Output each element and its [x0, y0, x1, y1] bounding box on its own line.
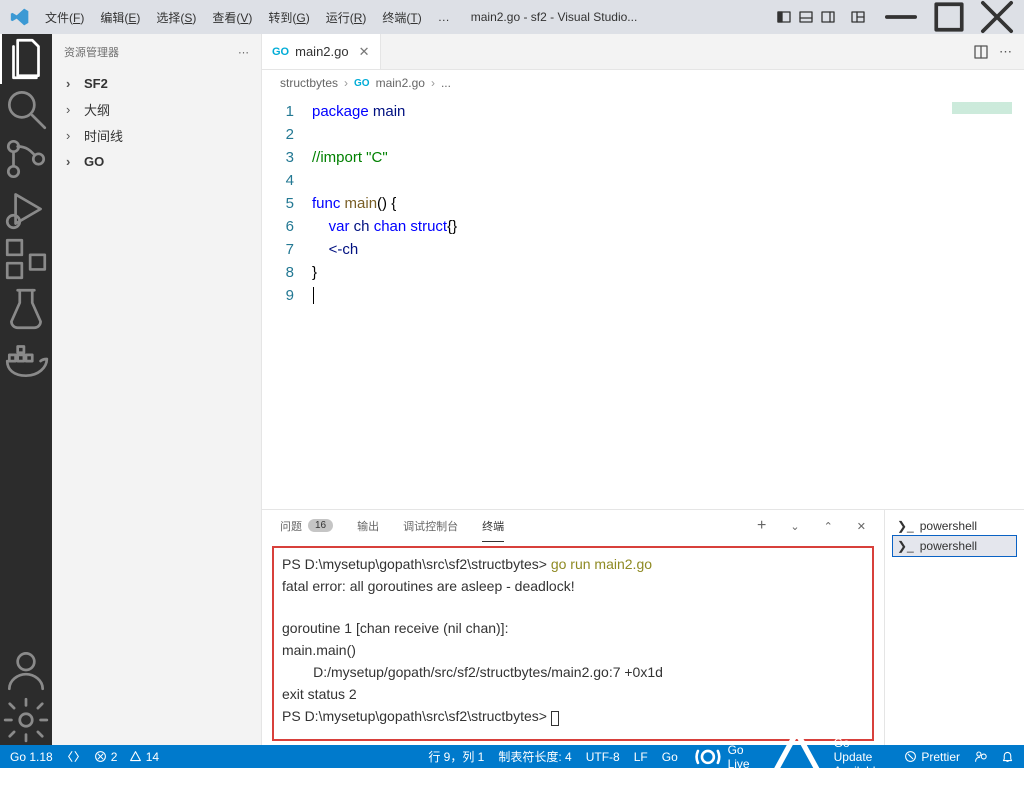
sidebar-item-timeline[interactable]: ›时间线: [52, 122, 261, 148]
chevron-right-icon: ›: [66, 76, 80, 91]
status-encoding[interactable]: UTF-8: [586, 750, 620, 764]
activity-account[interactable]: [0, 645, 52, 695]
window-close[interactable]: [974, 0, 1020, 34]
editor-cursor: [313, 287, 314, 304]
maximize-panel-icon[interactable]: ⌃: [824, 520, 833, 533]
problems-count-badge: 16: [308, 519, 333, 532]
status-problems[interactable]: 2 14: [94, 750, 159, 764]
bottom-panel: 问题16 输出 调试控制台 终端 + ⌄ ⌃ ✕ PS D:\mysetup\g…: [262, 509, 1024, 745]
status-bar: Go 1.18 2 14 行 9，列 1 制表符长度: 4 UTF-8 LF G…: [0, 745, 1024, 768]
code-content[interactable]: package main //import "C" func main() { …: [312, 96, 1024, 509]
panel-tab-debug[interactable]: 调试控制台: [403, 510, 458, 542]
menu-run[interactable]: 运行(R): [319, 5, 374, 30]
editor-actions: ⋯: [961, 34, 1024, 69]
line-gutter: 123456789: [262, 96, 312, 509]
more-icon[interactable]: ⋯: [999, 44, 1012, 60]
activity-testing[interactable]: [0, 284, 52, 334]
status-go-update[interactable]: Go Update Available: [764, 724, 890, 789]
activity-settings[interactable]: [0, 695, 52, 745]
close-panel-icon[interactable]: ✕: [857, 520, 866, 533]
breadcrumb-more[interactable]: ...: [441, 76, 451, 90]
editor-area: GO main2.go ✕ ⋯ structbytes › GO main2.g…: [262, 34, 1024, 745]
window-minimize[interactable]: [878, 0, 924, 34]
menu-file[interactable]: 文件(F): [38, 5, 91, 30]
panel-tab-problems[interactable]: 问题16: [280, 510, 333, 542]
tab-main2-go[interactable]: GO main2.go ✕: [262, 34, 381, 69]
new-terminal-icon[interactable]: +: [757, 517, 766, 535]
menu-more[interactable]: …: [431, 6, 457, 28]
activity-bar: [0, 34, 52, 745]
vscode-logo-icon: [10, 7, 30, 27]
chevron-right-icon: ›: [66, 102, 80, 117]
chevron-right-icon: ›: [66, 154, 80, 169]
chevron-down-icon[interactable]: ⌄: [790, 520, 799, 533]
layout-icon[interactable]: [850, 9, 866, 25]
status-ports[interactable]: [67, 750, 80, 763]
panel-tabs: 问题16 输出 调试控制台 终端 + ⌄ ⌃ ✕: [262, 510, 884, 542]
titlebar: 文件(F) 编辑(E) 选择(S) 查看(V) 转到(G) 运行(R) 终端(T…: [0, 0, 1024, 34]
tab-bar: GO main2.go ✕ ⋯: [262, 34, 1024, 70]
activity-docker[interactable]: [0, 334, 52, 384]
status-feedback-icon[interactable]: [974, 750, 987, 763]
sidebar-item-outline[interactable]: ›大纲: [52, 96, 261, 122]
breadcrumb-file[interactable]: main2.go: [376, 76, 425, 90]
breadcrumb-folder[interactable]: structbytes: [280, 76, 338, 90]
close-icon[interactable]: ✕: [359, 44, 370, 60]
sidebar-item-go[interactable]: ›GO: [52, 148, 261, 174]
panel-right-icon[interactable]: [820, 9, 836, 25]
tab-label: main2.go: [295, 44, 348, 59]
minimap[interactable]: [952, 102, 1012, 132]
sidebar: 资源管理器 ⋯ ›SF2 ›大纲 ›时间线 ›GO: [52, 34, 262, 745]
activity-search[interactable]: [0, 84, 52, 134]
window-title: main2.go - sf2 - Visual Studio...: [471, 10, 774, 24]
sidebar-header: 资源管理器 ⋯: [52, 34, 261, 70]
status-bell-icon[interactable]: [1001, 750, 1014, 763]
layout-icons: [776, 9, 866, 25]
status-cursor-pos[interactable]: 行 9，列 1: [428, 748, 484, 765]
terminal-list-item[interactable]: ❯_powershell: [893, 536, 1016, 556]
sidebar-title: 资源管理器: [64, 44, 119, 60]
split-editor-icon[interactable]: [973, 44, 989, 60]
panel-bottom-icon[interactable]: [798, 9, 814, 25]
activity-explorer[interactable]: [0, 34, 52, 84]
status-indent[interactable]: 制表符长度: 4: [498, 748, 571, 765]
breadcrumbs[interactable]: structbytes › GO main2.go › ...: [262, 70, 1024, 96]
terminal-list: ❯_powershell ❯_powershell: [884, 510, 1024, 745]
activity-scm[interactable]: [0, 134, 52, 184]
status-prettier[interactable]: Prettier: [904, 750, 960, 764]
go-file-icon: GO: [272, 46, 289, 58]
panel-left-icon[interactable]: [776, 9, 792, 25]
window-maximize[interactable]: [926, 0, 972, 34]
terminal-icon: ❯_: [897, 539, 914, 553]
go-file-icon: GO: [354, 78, 370, 89]
menu-go[interactable]: 转到(G): [261, 5, 316, 30]
panel-tab-terminal[interactable]: 终端: [482, 510, 504, 542]
menu-view[interactable]: 查看(V): [205, 5, 259, 30]
terminal-icon: ❯_: [897, 519, 914, 533]
status-lang[interactable]: Go: [662, 750, 678, 764]
code-editor[interactable]: 123456789 package main //import "C" func…: [262, 96, 1024, 509]
activity-extensions[interactable]: [0, 234, 52, 284]
activity-debug[interactable]: [0, 184, 52, 234]
menu-terminal[interactable]: 终端(T): [375, 5, 428, 30]
status-go-version[interactable]: Go 1.18: [10, 750, 53, 764]
terminal-list-item[interactable]: ❯_powershell: [893, 516, 1016, 536]
status-eol[interactable]: LF: [634, 750, 648, 764]
menu-edit[interactable]: 编辑(E): [93, 5, 147, 30]
chevron-right-icon: ›: [66, 128, 80, 143]
sidebar-more-icon[interactable]: ⋯: [238, 46, 249, 59]
panel-tab-output[interactable]: 输出: [357, 510, 379, 542]
sidebar-item-sf2[interactable]: ›SF2: [52, 70, 261, 96]
terminal[interactable]: PS D:\mysetup\gopath\src\sf2\structbytes…: [272, 546, 874, 741]
menu-select[interactable]: 选择(S): [149, 5, 203, 30]
